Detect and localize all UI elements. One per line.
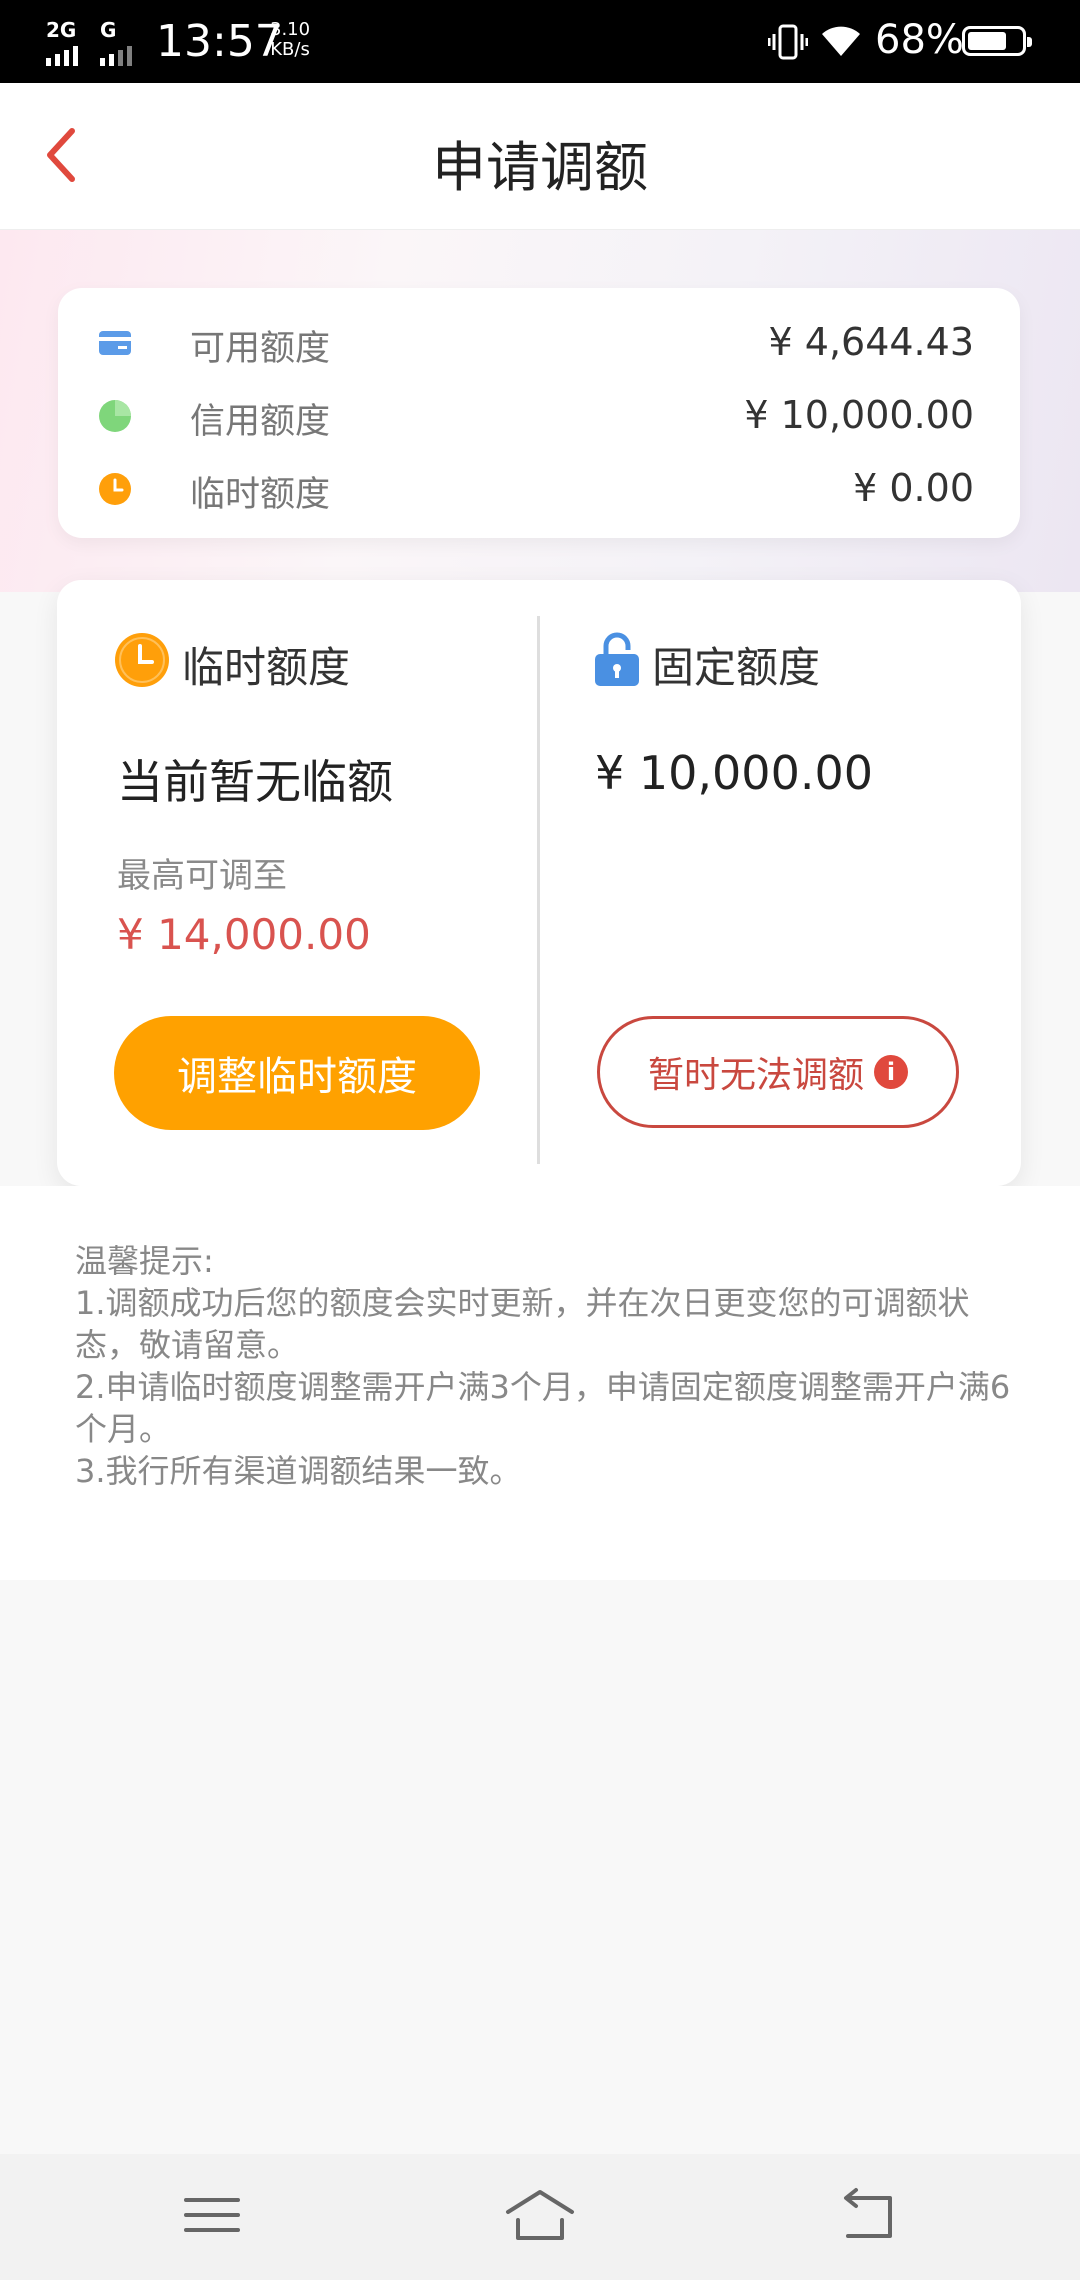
network-label-2: G [100,18,117,42]
cannot-adjust-button[interactable]: 暂时无法调额 i [597,1016,959,1128]
speed-value: 3.10 [270,19,311,40]
tip-item: 2.申请临时额度调整需开户满3个月，申请固定额度调整需开户满6个月。 [75,1368,1011,1448]
temporary-status: 当前暂无临额 [117,755,393,809]
tips-section: 温馨提示: 1.调额成功后您的额度会实时更新，并在次日更变您的可调额状态，敬请留… [75,1240,1015,1492]
temporary-credit-label: 临时额度 [190,475,331,515]
temporary-credit-value: ¥ 0.00 [853,466,974,510]
battery-icon [962,26,1032,56]
credit-limit-label: 信用额度 [190,402,331,442]
network-speed: 3.10 KB/s [270,20,310,60]
max-adjust-value: ¥ 14,000.00 [117,910,371,959]
card-icon [99,331,131,355]
fixed-credit-value: ¥ 10,000.00 [595,746,873,800]
available-credit-label: 可用额度 [190,329,331,369]
app-header: 申请调额 [0,83,1080,230]
lock-icon [595,632,639,686]
network-label-1: 2G [46,18,77,42]
wifi-icon [822,26,860,56]
battery-percent: 68% [875,17,964,63]
tip-item: 3.我行所有渠道调额结果一致。 [75,1452,522,1490]
summary-row-available: 可用额度 ¥ 4,644.43 [98,318,974,369]
signal-bars-icon [46,46,78,66]
clock: 13:57 [156,16,283,67]
temporary-section-title: 临时额度 [182,643,351,692]
home-icon[interactable] [500,2180,580,2250]
cannot-adjust-label: 暂时无法调额 [647,1055,864,1096]
menu-icon[interactable] [172,2180,252,2250]
credit-summary-card: 可用额度 ¥ 4,644.43 信用额度 ¥ 10,000.00 临时额度 ¥ … [58,288,1020,538]
adjust-temporary-button[interactable]: 调整临时额度 [114,1016,480,1130]
info-icon[interactable]: i [874,1055,908,1089]
vibrate-icon [768,24,808,60]
speed-unit: KB/s [270,39,310,60]
fixed-section-title: 固定额度 [652,643,821,692]
column-divider [537,616,540,1164]
clock-icon [115,633,169,687]
pie-icon [99,400,131,432]
max-adjust-label: 最高可调至 [117,856,287,896]
signal-bars-icon [100,46,132,66]
system-nav-bar [0,2154,1080,2280]
summary-row-temporary: 临时额度 ¥ 0.00 [98,464,974,515]
back-nav-icon[interactable] [828,2180,908,2250]
tip-item: 1.调额成功后您的额度会实时更新，并在次日更变您的可调额状态，敬请留意。 [75,1284,970,1364]
status-bar: 2G G 13:57 3.10 KB/s 68% [0,0,1080,83]
tips-title: 温馨提示: [75,1242,214,1280]
summary-row-credit: 信用额度 ¥ 10,000.00 [98,391,974,442]
page-title: 申请调额 [432,136,648,199]
clock-icon [99,473,131,505]
credit-limit-value: ¥ 10,000.00 [744,393,974,437]
adjust-credit-card: 临时额度 当前暂无临额 最高可调至 ¥ 14,000.00 调整临时额度 固定额… [57,580,1021,1186]
available-credit-value: ¥ 4,644.43 [768,320,974,364]
